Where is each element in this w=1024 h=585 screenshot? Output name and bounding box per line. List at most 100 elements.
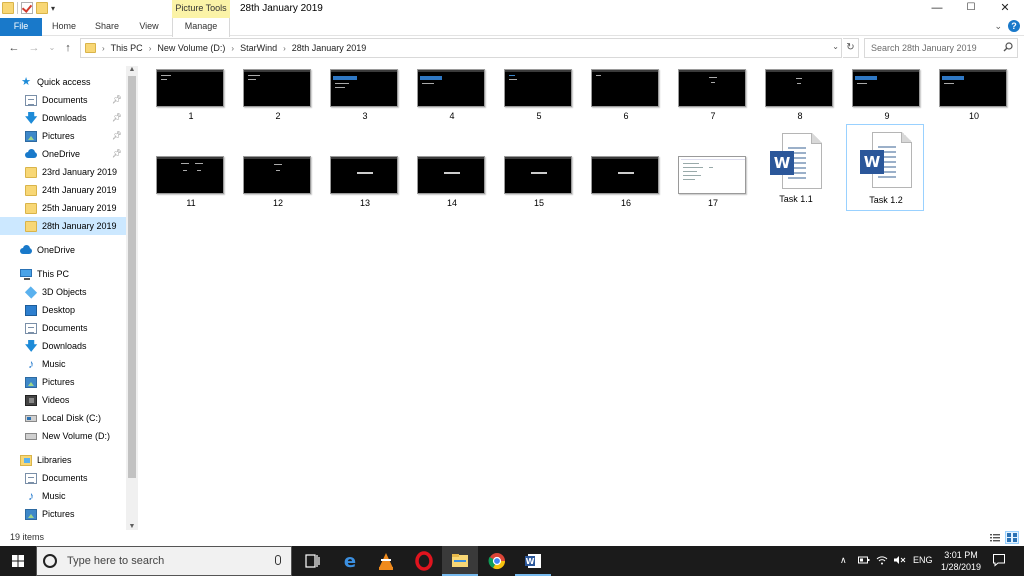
file-item[interactable]: 3 [322, 60, 400, 140]
new-folder-icon[interactable] [36, 2, 48, 14]
nav-quick-access[interactable]: ★ Quick access [0, 73, 126, 91]
action-center-notification-icon[interactable] [992, 553, 1006, 583]
scroll-down-arrow-icon[interactable]: ▼ [126, 523, 138, 530]
file-item[interactable]: 6 [583, 60, 661, 140]
word-app-icon[interactable]: W [515, 546, 551, 576]
file-item[interactable]: 16 [583, 147, 661, 227]
nav-item-pictures[interactable]: Pictures 📌︎ [0, 127, 126, 145]
file-item[interactable]: 4 [409, 60, 487, 140]
refresh-icon[interactable]: ↻ [843, 38, 859, 58]
scroll-up-arrow-icon[interactable]: ▲ [126, 66, 138, 73]
task-view-icon[interactable] [294, 546, 330, 576]
nav-item-onedrive-pinned[interactable]: OneDrive 📌︎ [0, 145, 126, 163]
drive-icon [25, 414, 37, 422]
expand-ribbon-chevron-icon[interactable]: ⌄ [994, 21, 1002, 32]
file-item[interactable]: 13 [322, 147, 400, 227]
scrollbar-thumb[interactable] [128, 76, 136, 478]
file-item[interactable]: 10 [931, 60, 1009, 140]
nav-item-downloads-pc[interactable]: 🡇︎ Downloads [0, 337, 126, 355]
nav-item-23rd-january[interactable]: 23rd January 2019 [0, 163, 126, 181]
file-item[interactable]: 15 [496, 147, 574, 227]
nav-item-downloads[interactable]: 🡇︎ Downloads 📌︎ [0, 109, 126, 127]
file-item[interactable]: 12 [235, 147, 313, 227]
tab-home[interactable]: Home [44, 18, 84, 36]
nav-item-new-volume[interactable]: New Volume (D:) [0, 427, 126, 445]
details-view-icon[interactable] [988, 531, 1002, 544]
maximize-button[interactable]: ☐ [954, 0, 988, 18]
breadcrumb-chevron-icon[interactable]: › [231, 44, 234, 53]
back-arrow-icon[interactable]: ← [6, 40, 22, 56]
tab-manage[interactable]: Manage [172, 18, 230, 37]
file-item[interactable]: 5 [496, 60, 574, 140]
nav-onedrive[interactable]: OneDrive [0, 241, 126, 259]
nav-item-music[interactable]: ♪ Music [0, 355, 126, 373]
file-name: 15 [533, 198, 544, 208]
nav-item-pictures-pc[interactable]: Pictures [0, 373, 126, 391]
edge-browser-icon[interactable]: e [332, 546, 368, 576]
tab-view[interactable]: View [130, 18, 168, 36]
forward-arrow-icon[interactable]: → [26, 40, 42, 56]
file-item[interactable]: 2 [235, 60, 313, 140]
nav-item-lib-documents[interactable]: Documents [0, 469, 126, 487]
nav-scrollbar[interactable]: ▲ ▼ [126, 66, 138, 530]
vlc-player-icon[interactable] [368, 546, 404, 576]
nav-item-local-disk[interactable]: Local Disk (C:) [0, 409, 126, 427]
opera-browser-icon[interactable] [406, 546, 442, 576]
start-button[interactable] [0, 546, 36, 576]
show-hidden-icons-chevron-icon[interactable]: ∧ [840, 555, 847, 585]
tab-file[interactable]: File [0, 18, 42, 36]
file-item[interactable]: 17 [670, 147, 748, 227]
minimize-button[interactable]: — [920, 0, 954, 18]
properties-icon[interactable] [21, 2, 33, 14]
taskbar-search-input[interactable]: Type here to search [36, 546, 292, 576]
file-explorer-icon[interactable] [442, 546, 478, 576]
breadcrumb-chevron-icon[interactable]: › [102, 44, 105, 53]
breadcrumb-this-pc[interactable]: This PC [111, 43, 143, 53]
help-icon[interactable]: ? [1008, 20, 1020, 32]
breadcrumb-current-folder[interactable]: 28th January 2019 [292, 43, 367, 53]
breadcrumb-starwind[interactable]: StarWind [240, 43, 277, 53]
address-bar[interactable]: › This PC › New Volume (D:) › StarWind ›… [80, 38, 842, 58]
large-icons-view-icon[interactable] [1005, 531, 1019, 544]
file-item[interactable]: 1 [148, 60, 226, 140]
ribbon-tabs: File Home Share View Manage ⌄ ? [0, 18, 1024, 37]
file-item-word-document[interactable]: W Task 1.2 [846, 124, 924, 211]
nav-libraries[interactable]: Libraries [0, 451, 126, 469]
input-language[interactable]: ENG [913, 555, 933, 585]
nav-item-25th-january[interactable]: 25th January 2019 [0, 199, 126, 217]
breadcrumb-chevron-icon[interactable]: › [149, 44, 152, 53]
nav-item-24th-january[interactable]: 24th January 2019 [0, 181, 126, 199]
close-button[interactable]: ✕ [988, 0, 1022, 18]
nav-item-videos[interactable]: Videos [0, 391, 126, 409]
breadcrumb-chevron-icon[interactable]: › [283, 44, 286, 53]
downloads-icon: 🡇︎ [25, 338, 38, 353]
nav-item-lib-pictures[interactable]: Pictures [0, 505, 126, 523]
battery-icon[interactable] [858, 555, 870, 585]
nav-item-desktop[interactable]: Desktop [0, 301, 126, 319]
breadcrumb-new-volume[interactable]: New Volume (D:) [157, 43, 225, 53]
nav-item-3d-objects[interactable]: 3D Objects [0, 283, 126, 301]
file-name: 13 [359, 198, 370, 208]
nav-this-pc[interactable]: This PC [0, 265, 126, 283]
up-arrow-icon[interactable]: ↑ [60, 40, 76, 56]
nav-item-28th-january[interactable]: 28th January 2019 [0, 217, 126, 235]
nav-item-documents[interactable]: Documents 📌︎ [0, 91, 126, 109]
clock[interactable]: 3:01 PM 1/28/2019 [934, 549, 988, 573]
search-input[interactable]: Search 28th January 2019 [864, 38, 1018, 58]
chrome-browser-icon[interactable] [479, 546, 515, 576]
address-history-chevron-icon[interactable]: ⌄ [832, 42, 839, 51]
nav-item-documents-pc[interactable]: Documents [0, 319, 126, 337]
folder-icon [25, 202, 37, 214]
tab-share[interactable]: Share [88, 18, 126, 36]
recent-locations-chevron-icon[interactable]: ⌄ [44, 40, 60, 56]
volume-muted-icon[interactable] [893, 555, 907, 585]
customize-toolbar-chevron-icon[interactable]: ▾ [51, 4, 55, 13]
image-thumbnail [330, 69, 398, 107]
file-item[interactable]: 7 [670, 60, 748, 140]
file-item[interactable]: 14 [409, 147, 487, 227]
nav-item-lib-music[interactable]: ♪ Music [0, 487, 126, 505]
file-item-word-document[interactable]: W Task 1.1 [757, 127, 835, 207]
file-item[interactable]: 11 [148, 147, 226, 227]
microphone-icon[interactable] [275, 555, 281, 565]
network-wifi-icon[interactable] [876, 555, 888, 585]
